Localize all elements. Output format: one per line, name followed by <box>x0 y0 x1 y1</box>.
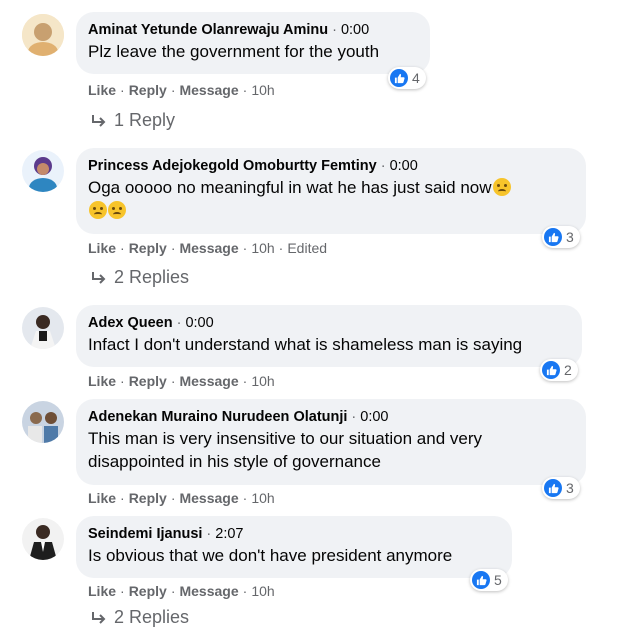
video-timestamp[interactable]: 0:00 <box>360 409 388 425</box>
reply-action[interactable]: Reply <box>129 490 167 506</box>
reaction-count[interactable]: 5 <box>470 569 508 591</box>
comment-bubble: Seindemi Ijanusi · 2:07 Is obvious that we… <box>76 516 512 578</box>
comment-text: Oga ooooo no meaningful in wat he has ju… <box>88 176 574 222</box>
reaction-count[interactable]: 3 <box>542 226 580 248</box>
comment-bubble: Adex Queen · 0:00 Infact I don't understan… <box>76 305 582 367</box>
reaction-count[interactable]: 3 <box>542 477 580 499</box>
message-action[interactable]: Message <box>179 240 238 256</box>
thumbs-up-icon <box>542 361 560 379</box>
like-action[interactable]: Like <box>88 490 116 506</box>
commenter-name[interactable]: Princess Adejokegold Omoburtty Femtiny <box>88 158 377 174</box>
edited-label[interactable]: Edited <box>287 240 327 256</box>
like-action[interactable]: Like <box>88 82 116 98</box>
reply-action[interactable]: Reply <box>129 240 167 256</box>
comment-age[interactable]: 10h <box>251 240 274 256</box>
thumbs-up-icon <box>544 228 562 246</box>
commenter-name[interactable]: Aminat Yetunde Olanrewaju Aminu <box>88 22 328 38</box>
comment-actions: Like · Reply · Message · 10h · Edited <box>88 240 328 256</box>
confused-face-emoji <box>89 201 107 219</box>
comment-text: Is obvious that we don't have president … <box>88 546 453 565</box>
view-replies-button[interactable]: 2 Replies <box>90 607 189 628</box>
reply-action[interactable]: Reply <box>129 583 167 599</box>
thumbs-up-icon <box>390 69 408 87</box>
avatar[interactable] <box>22 307 64 349</box>
replies-label: 2 Replies <box>114 607 190 627</box>
reply-arrow-icon <box>92 114 106 127</box>
commenter-name[interactable]: Seindemi Ijanusi <box>88 526 202 542</box>
video-timestamp[interactable]: 2:07 <box>215 526 243 542</box>
thumbs-up-icon <box>472 571 490 589</box>
reaction-number: 2 <box>564 362 572 378</box>
confused-face-emoji <box>108 201 126 219</box>
comment-bubble: Aminat Yetunde Olanrewaju Aminu · 0:00 Plz… <box>76 12 430 74</box>
reply-action[interactable]: Reply <box>129 82 167 98</box>
message-action[interactable]: Message <box>179 373 238 389</box>
message-action[interactable]: Message <box>179 490 238 506</box>
reply-action[interactable]: Reply <box>129 373 167 389</box>
reaction-number: 4 <box>412 70 420 86</box>
comment-actions: Like · Reply · Message · 10h <box>88 82 275 98</box>
comment-age[interactable]: 10h <box>251 490 274 506</box>
reaction-count[interactable]: 4 <box>388 67 426 89</box>
avatar[interactable] <box>22 401 64 443</box>
reply-arrow-icon <box>92 271 106 284</box>
comment-age[interactable]: 10h <box>251 82 274 98</box>
comment-bubble: Princess Adejokegold Omoburtty Femtiny · 0… <box>76 148 586 234</box>
comment-actions: Like · Reply · Message · 10h <box>88 490 275 506</box>
like-action[interactable]: Like <box>88 583 116 599</box>
message-action[interactable]: Message <box>179 583 238 599</box>
replies-label: 2 Replies <box>114 267 190 287</box>
like-action[interactable]: Like <box>88 240 116 256</box>
reaction-number: 5 <box>494 572 502 588</box>
avatar[interactable] <box>22 150 64 192</box>
video-timestamp[interactable]: 0:00 <box>341 22 369 38</box>
reply-arrow-icon <box>92 611 106 624</box>
reaction-count[interactable]: 2 <box>540 359 578 381</box>
avatar[interactable] <box>22 14 64 56</box>
reaction-number: 3 <box>566 480 574 496</box>
reaction-number: 3 <box>566 229 574 245</box>
comment-text: This man is very insensitive to our situ… <box>88 429 483 471</box>
comment-bubble: Adenekan Muraino Nurudeen Olatunji · 0:00 … <box>76 399 586 485</box>
comment-age[interactable]: 10h <box>251 373 274 389</box>
replies-label: 1 Reply <box>114 110 176 130</box>
video-timestamp[interactable]: 0:00 <box>390 158 418 174</box>
video-timestamp[interactable]: 0:00 <box>185 315 213 331</box>
message-action[interactable]: Message <box>179 82 238 98</box>
comment-actions: Like · Reply · Message · 10h <box>88 583 275 599</box>
commenter-name[interactable]: Adenekan Muraino Nurudeen Olatunji <box>88 409 347 425</box>
thumbs-up-icon <box>544 479 562 497</box>
confused-face-emoji <box>492 178 511 196</box>
like-action[interactable]: Like <box>88 373 116 389</box>
comment-text: Plz leave the government for the youth <box>88 42 380 61</box>
comment-actions: Like · Reply · Message · 10h <box>88 373 275 389</box>
avatar[interactable] <box>22 518 64 560</box>
comment-text: Infact I don't understand what is shamel… <box>88 335 523 354</box>
comment-age[interactable]: 10h <box>251 583 274 599</box>
view-replies-button[interactable]: 1 Reply <box>90 110 175 131</box>
commenter-name[interactable]: Adex Queen <box>88 315 173 331</box>
view-replies-button[interactable]: 2 Replies <box>90 267 189 288</box>
